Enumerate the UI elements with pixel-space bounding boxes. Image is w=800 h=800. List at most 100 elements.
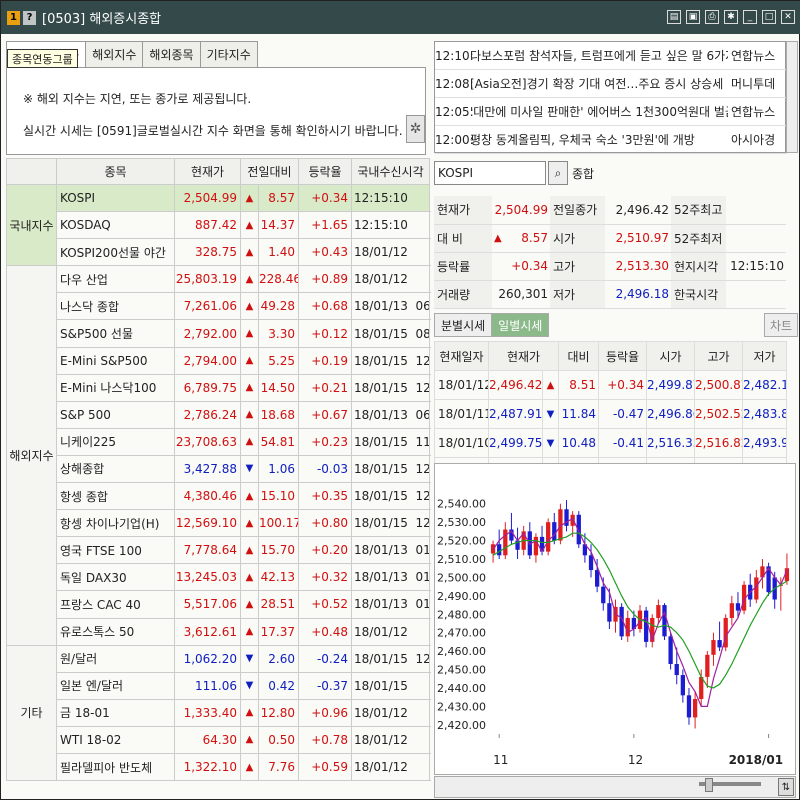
- table-row[interactable]: 국내지수 KOSPI 2,504.99 ▲ 8.57 +0.34 12:15:10: [6, 183, 431, 267]
- table-row[interactable]: 프랑스 CAC 40 5,517.06 ▲ 28.51 +0.52 18/01/13 01…: [7, 590, 431, 619]
- news-headline: 평창 동계올림픽, 우체국 숙소 '3만원'에 개방: [470, 133, 695, 147]
- symbol-input[interactable]: KOSPI: [434, 161, 546, 185]
- table-row[interactable]: 금 18-01 1,333.40 ▲ 12.80 +0.96 18/01/12: [7, 698, 431, 727]
- up-arrow-icon: ▲: [240, 292, 259, 321]
- name-cell: 니케이225: [56, 427, 175, 456]
- print-icon[interactable]: ⎙: [705, 10, 719, 24]
- time-value: 18/01/13 01:35:30: [354, 597, 430, 612]
- daily-row[interactable]: 18/01/102,499.75▼10.48-0.412,516.332,516…: [434, 428, 787, 458]
- rate-cell: +0.48: [298, 617, 353, 646]
- col-time[interactable]: 국내수신시각: [351, 158, 431, 185]
- candlestick-chart[interactable]: 2,540.00 2,530.00 2,520.00 2,510.00 2,500.00…: [434, 463, 796, 775]
- daily-col-header[interactable]: 고가: [694, 341, 743, 371]
- table-row[interactable]: E-Mini 나스닥100 6,789.75 ▲ 14.50 +0.21 18/01/15…: [7, 373, 431, 402]
- daily-col-header[interactable]: 대비: [558, 341, 599, 371]
- chart-scrollbar[interactable]: ⇅: [434, 776, 796, 798]
- change-cell: 12.80: [257, 698, 300, 727]
- time-cell: 18/01/12: [351, 265, 431, 294]
- change-cell: 1.06: [257, 454, 300, 484]
- close-icon[interactable]: ✕: [781, 10, 795, 24]
- notice-line-1: ※ 해외 지수는 지연, 또는 종가로 제공됩니다.: [23, 92, 252, 106]
- col-change[interactable]: 전일대비: [239, 158, 300, 185]
- news-item[interactable]: 12:00: 평창 동계올림픽, 우체국 숙소 '3만원'에 개방 아시아경: [435, 126, 787, 154]
- quote-label: 거래량: [434, 280, 492, 309]
- table-row[interactable]: 유로스톡스 50 3,612.61 ▲ 17.37 +0.48 18/01/12: [7, 617, 431, 646]
- tab-daily-quotes[interactable]: 일별시세: [491, 313, 550, 337]
- name-cell: 나스닥 종합: [56, 292, 175, 321]
- name-cell: 독일 DAX30: [56, 563, 175, 592]
- candle-body: [625, 617, 630, 637]
- table-row[interactable]: 일본 엔/달러 111.06 ▼ 0.42 -0.37 18/01/15: [7, 671, 431, 700]
- daily-low: 2,483.82: [742, 399, 787, 429]
- col-price[interactable]: 현재가: [174, 158, 241, 185]
- daily-row[interactable]: 18/01/122,496.42▲8.51+0.342,499.872,500.…: [434, 370, 787, 400]
- table-row[interactable]: 항셍 차이나기업(H) 12,569.10 ▲ 100.17 +0.80 18/01/15…: [7, 509, 431, 538]
- table-row[interactable]: 영국 FTSE 100 7,778.64 ▲ 15.70 +0.20 18/01/13 0…: [7, 536, 431, 565]
- up-arrow-icon: ▲: [240, 373, 259, 402]
- table-row[interactable]: 상해종합3,427.88▼1.06-0.0318/01/15 12:00:09: [7, 454, 431, 484]
- col-name[interactable]: 종목: [56, 158, 175, 185]
- y-tick-label: 2,480.00: [437, 608, 486, 621]
- settings-icon[interactable]: ✱: [724, 10, 738, 24]
- price-cell: 2,504.99: [174, 183, 241, 213]
- group-label: 해외지수: [6, 265, 57, 646]
- daily-col-header[interactable]: 현재일자: [434, 341, 489, 371]
- time-cell: 18/01/15 11:35:00: [351, 427, 431, 456]
- daily-col-header[interactable]: 현재가: [488, 341, 559, 371]
- screen-number-badge[interactable]: 1: [7, 10, 20, 25]
- table-row[interactable]: KOSDAQ 887.42 ▲ 14.37 +1.65 12:15:10: [7, 211, 431, 240]
- time-cell: 12:15:10: [351, 211, 431, 240]
- name-cell: E-Mini S&P500: [56, 346, 175, 375]
- candle-body: [503, 529, 508, 556]
- table-row[interactable]: 독일 DAX3013,245.03▲42.13+0.3218/01/13 01:…: [7, 563, 431, 592]
- daily-open: 2,496.86: [646, 399, 695, 429]
- tab-overseas-stocks[interactable]: 해외종목: [142, 41, 201, 67]
- table-row[interactable]: 나스닥 종합7,261.06▲49.28+0.6818/01/13 06:01:…: [7, 292, 431, 321]
- maximize-icon[interactable]: □: [762, 10, 776, 24]
- up-arrow-icon: ▲: [240, 211, 259, 240]
- search-icon[interactable]: ⌕: [548, 161, 568, 185]
- table-row[interactable]: 필라델피아 반도체 1,322.10 ▲ 7.76 +0.59 18/01/12: [7, 752, 431, 782]
- down-arrow-icon: ▼: [542, 399, 559, 429]
- quote-value: 2,504.99: [492, 196, 550, 225]
- change-cell: 1.40: [257, 238, 300, 267]
- minimize-icon[interactable]: _: [743, 10, 757, 24]
- table-row[interactable]: S&P500 선물2,792.00▲3.30+0.1218/01/15 08:0…: [7, 319, 431, 348]
- news-item[interactable]: 12:05: '대만에 미사일 판매한' 에어버스 1천300억원대 벌금형 연합뉴…: [435, 98, 787, 126]
- chart-settings-icon[interactable]: ⇅: [778, 778, 794, 796]
- tab-overseas-index[interactable]: 해외지수: [85, 41, 144, 67]
- time-cell: 18/01/15 08:00:12: [351, 319, 431, 348]
- time-cell: 12:15:10: [351, 183, 431, 213]
- zoom-thumb[interactable]: [705, 778, 713, 792]
- news-item[interactable]: 12:08: [Asia오전]경기 확장 기대 여전…주요 증시 상승세 머니투데: [435, 70, 787, 98]
- table-row[interactable]: KOSPI200선물 야간 328.75 ▲ 1.40 +0.43 18/01/12: [7, 238, 431, 267]
- table-row[interactable]: 항셍 종합4,380.46▲15.10+0.3518/01/15 12:00:1…: [7, 482, 431, 511]
- time-value: 18/01/15 08:00:12: [354, 326, 430, 341]
- table-row[interactable]: E-Mini S&P500 2,794.00 ▲ 5.25 +0.19 18/01/15 …: [7, 346, 431, 375]
- daily-open: 2,499.87: [646, 370, 695, 400]
- table-row[interactable]: 니케이22523,708.63▲54.81+0.2318/01/15 11:35…: [7, 427, 431, 456]
- col-rate[interactable]: 등락율: [298, 158, 353, 185]
- table-row[interactable]: S&P 5002,786.24▲18.68+0.6718/01/13 06:58…: [7, 400, 431, 429]
- daily-col-header[interactable]: 시가: [646, 341, 695, 371]
- tab-minute-quotes[interactable]: 분별시세: [434, 313, 493, 337]
- table-row[interactable]: WTI 18-02 64.30 ▲ 0.50 +0.78 18/01/12: [7, 725, 431, 754]
- table-row[interactable]: 기타원/달러1,062.20▼2.60-0.2418/01/15 12:15:1…: [6, 644, 431, 782]
- title-bar: 1 ? [0503] 해외증시종합 ▤ ▣ ⎙ ✱ _ □ ✕: [1, 1, 800, 34]
- tab-other-index[interactable]: 기타지수: [199, 41, 258, 67]
- news-scrollbar[interactable]: [786, 41, 798, 153]
- daily-col-header[interactable]: 등락율: [598, 341, 647, 371]
- layout-icon[interactable]: ▤: [667, 10, 681, 24]
- news-item[interactable]: 12:10: 다보스포럼 참석자들, 트럼프에게 듣고 싶은 말 6가지 연합뉴스: [435, 42, 787, 70]
- settings-button[interactable]: ✲: [406, 115, 425, 143]
- candle-body: [705, 654, 710, 677]
- time-cell: 18/01/15 12:00:16: [351, 482, 431, 511]
- y-tick-label: 2,470.00: [437, 627, 486, 640]
- table-row[interactable]: 해외지수 다우 산업 25,803.19 ▲ 228.46 +0.89 18/01/12: [6, 265, 431, 646]
- daily-row[interactable]: 18/01/112,487.91▼11.84-0.472,496.862,502…: [434, 399, 787, 429]
- chart-button[interactable]: 차트: [764, 313, 798, 337]
- help-icon[interactable]: ?: [23, 10, 36, 25]
- daily-col-header[interactable]: 저가: [742, 341, 787, 371]
- save-icon[interactable]: ▣: [686, 10, 700, 24]
- change-cell: 2.60: [257, 644, 300, 673]
